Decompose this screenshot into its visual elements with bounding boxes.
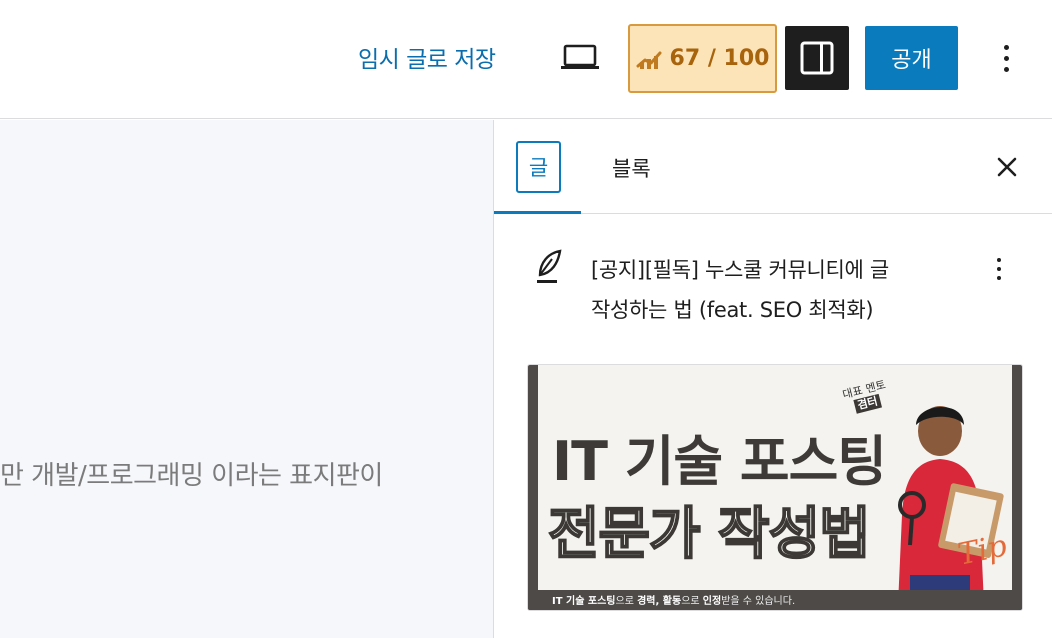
image-caption: IT 기술 포스팅으로 경력, 활동으로 인정받을 수 있습니다.	[552, 596, 796, 607]
close-icon	[997, 157, 1017, 177]
featured-headline-1: IT 기술 포스팅	[552, 430, 887, 493]
publish-button[interactable]: 공개	[865, 26, 958, 90]
editor-canvas[interactable]: 만 개발/프로그래밍 이라는 표지판이	[0, 120, 493, 638]
paragraph-text[interactable]: 만 개발/프로그래밍 이라는 표지판이	[0, 455, 383, 492]
settings-sidebar: 글 블록 [공지][필독] 누스쿨 커뮤니티에 글 작성하는 법 (feat. …	[493, 120, 1052, 638]
settings-sidebar-toggle[interactable]	[785, 26, 849, 90]
save-draft-button[interactable]: 임시 글로 저장	[358, 40, 496, 74]
more-vertical-icon	[1003, 44, 1009, 72]
close-sidebar-button[interactable]	[990, 150, 1024, 184]
tab-block[interactable]: 블록	[612, 153, 651, 183]
tab-post[interactable]: 글	[516, 141, 561, 193]
laptop-icon	[561, 44, 599, 69]
seo-score-button[interactable]: 67 / 100	[628, 24, 777, 93]
seo-score-value: 67 / 100	[669, 46, 770, 71]
sidebar-toggle-icon	[800, 41, 834, 75]
featured-image[interactable]: 대표 멘토 겸터 IT 기술 포스팅 전문가 작성법 Tip IT 기술 포스팅…	[527, 364, 1023, 611]
seo-chart-icon	[636, 51, 662, 69]
sidebar-tabs: 글 블록	[494, 120, 1052, 214]
post-title-line2: 작성하는 법 (feat. SEO 최적화)	[591, 298, 874, 322]
editor-header: 임시 글로 저장 67 / 100 공개	[0, 0, 1052, 119]
post-title-line1: [공지][필독] 누스쿨 커뮤니티에 글	[591, 258, 889, 282]
active-tab-indicator	[494, 211, 581, 214]
more-options-button[interactable]	[990, 38, 1022, 78]
image-frame-left	[528, 365, 538, 610]
post-title: [공지][필독] 누스쿨 커뮤니티에 글 작성하는 법 (feat. SEO 최…	[591, 250, 961, 330]
post-actions-button[interactable]	[989, 252, 1009, 286]
feather-pen-icon	[537, 249, 562, 283]
image-frame-right	[1012, 365, 1022, 610]
preview-button[interactable]	[556, 38, 604, 78]
person-illustration	[898, 406, 1004, 605]
featured-headline-2: 전문가 작성법	[547, 501, 872, 568]
